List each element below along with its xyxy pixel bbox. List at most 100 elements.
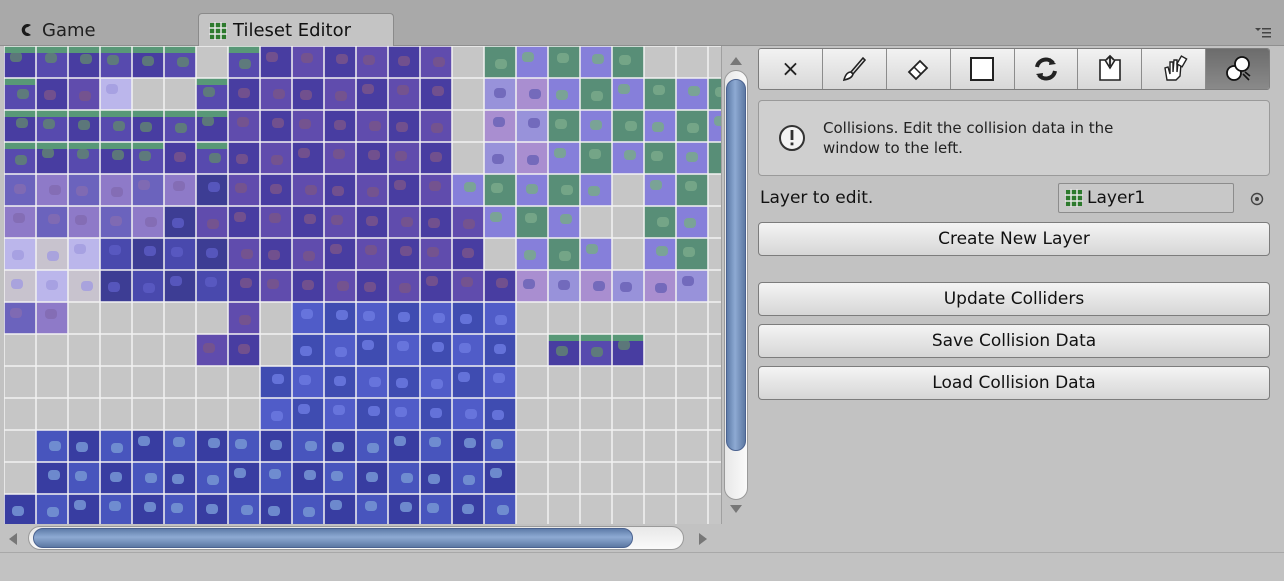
tile-cell[interactable] xyxy=(708,494,722,524)
tile-cell[interactable] xyxy=(516,430,548,462)
collision-tool-button[interactable] xyxy=(1206,49,1269,89)
tile-cell[interactable] xyxy=(676,334,708,366)
tile-cell[interactable] xyxy=(676,430,708,462)
tab-game[interactable]: Game xyxy=(10,14,190,46)
vertical-scroll-track[interactable] xyxy=(724,70,748,500)
tile-cell[interactable] xyxy=(260,334,292,366)
tileset-grid[interactable] xyxy=(4,46,722,524)
scroll-right-arrow-icon[interactable] xyxy=(696,531,710,547)
tile-cell[interactable] xyxy=(644,494,676,524)
tile-cell[interactable] xyxy=(260,302,292,334)
tile-cell[interactable] xyxy=(4,334,36,366)
tileset-canvas[interactable] xyxy=(4,46,722,524)
tile-cell[interactable] xyxy=(164,334,196,366)
tile-cell[interactable] xyxy=(484,238,516,270)
tile-cell[interactable] xyxy=(708,206,722,238)
clear-tool-button[interactable]: × xyxy=(759,49,823,89)
tile-cell[interactable] xyxy=(132,398,164,430)
tile-cell[interactable] xyxy=(676,398,708,430)
tile-cell[interactable] xyxy=(452,78,484,110)
tile-cell[interactable] xyxy=(708,302,722,334)
paint-tool-button[interactable] xyxy=(1142,49,1207,89)
tile-cell[interactable] xyxy=(164,78,196,110)
tile-cell[interactable] xyxy=(612,238,644,270)
tile-cell[interactable] xyxy=(612,206,644,238)
eraser-tool-button[interactable] xyxy=(887,49,951,89)
refresh-tool-button[interactable] xyxy=(1015,49,1079,89)
tile-cell[interactable] xyxy=(164,302,196,334)
tile-cell[interactable] xyxy=(676,462,708,494)
tile-cell[interactable] xyxy=(548,302,580,334)
tile-cell[interactable] xyxy=(516,462,548,494)
tab-tileset-editor[interactable]: Tileset Editor xyxy=(198,13,394,47)
horizontal-scroll-thumb[interactable] xyxy=(33,528,633,548)
tile-cell[interactable] xyxy=(612,398,644,430)
tile-cell[interactable] xyxy=(452,46,484,78)
tile-cell[interactable] xyxy=(708,430,722,462)
tile-cell[interactable] xyxy=(676,366,708,398)
tile-cell[interactable] xyxy=(164,398,196,430)
save-collision-data-button[interactable]: Save Collision Data xyxy=(758,324,1270,358)
tile-cell[interactable] xyxy=(580,206,612,238)
tile-cell[interactable] xyxy=(516,494,548,524)
tile-cell[interactable] xyxy=(4,366,36,398)
tile-cell[interactable] xyxy=(548,366,580,398)
tile-cell[interactable] xyxy=(36,366,68,398)
tile-cell[interactable] xyxy=(228,366,260,398)
tile-cell[interactable] xyxy=(132,366,164,398)
tile-cell[interactable] xyxy=(708,270,722,302)
tile-cell[interactable] xyxy=(612,462,644,494)
tile-cell[interactable] xyxy=(100,334,132,366)
tile-cell[interactable] xyxy=(4,430,36,462)
tile-cell[interactable] xyxy=(516,302,548,334)
tile-cell[interactable] xyxy=(196,46,228,78)
tile-cell[interactable] xyxy=(644,430,676,462)
tile-cell[interactable] xyxy=(612,366,644,398)
scroll-down-arrow-icon[interactable] xyxy=(728,502,744,516)
load-collision-data-button[interactable]: Load Collision Data xyxy=(758,366,1270,400)
tile-cell[interactable] xyxy=(644,462,676,494)
tile-cell[interactable] xyxy=(580,302,612,334)
tile-cell[interactable] xyxy=(548,398,580,430)
tile-cell[interactable] xyxy=(580,398,612,430)
tile-cell[interactable] xyxy=(196,398,228,430)
tile-cell[interactable] xyxy=(708,46,722,78)
tile-cell[interactable] xyxy=(708,462,722,494)
tile-cell[interactable] xyxy=(452,110,484,142)
tile-cell[interactable] xyxy=(4,398,36,430)
rectangle-tool-button[interactable] xyxy=(951,49,1015,89)
tile-cell[interactable] xyxy=(580,366,612,398)
tile-cell[interactable] xyxy=(580,430,612,462)
vertical-scrollbar[interactable] xyxy=(722,46,750,524)
update-colliders-button[interactable]: Update Colliders xyxy=(758,282,1270,316)
tile-cell[interactable] xyxy=(4,462,36,494)
tile-cell[interactable] xyxy=(68,398,100,430)
tile-cell[interactable] xyxy=(452,142,484,174)
tile-cell[interactable] xyxy=(708,174,722,206)
tile-cell[interactable] xyxy=(132,334,164,366)
tile-cell[interactable] xyxy=(548,462,580,494)
tile-cell[interactable] xyxy=(676,494,708,524)
object-picker-icon[interactable] xyxy=(1250,192,1264,206)
tile-cell[interactable] xyxy=(100,398,132,430)
tile-cell[interactable] xyxy=(644,366,676,398)
tile-cell[interactable] xyxy=(164,366,196,398)
horizontal-scrollbar[interactable] xyxy=(0,524,722,552)
flip-tool-button[interactable] xyxy=(1078,49,1143,89)
tile-cell[interactable] xyxy=(644,334,676,366)
scroll-up-arrow-icon[interactable] xyxy=(728,54,744,68)
tile-cell[interactable] xyxy=(516,334,548,366)
tile-cell[interactable] xyxy=(68,366,100,398)
panel-menu-icon[interactable] xyxy=(1254,26,1272,38)
tile-cell[interactable] xyxy=(516,366,548,398)
horizontal-scroll-track[interactable] xyxy=(28,526,684,550)
tile-cell[interactable] xyxy=(36,334,68,366)
layer-field[interactable]: Layer1 xyxy=(1058,183,1234,213)
tile-cell[interactable] xyxy=(548,430,580,462)
tile-cell[interactable] xyxy=(100,302,132,334)
tile-cell[interactable] xyxy=(708,238,722,270)
tile-cell[interactable] xyxy=(676,302,708,334)
tile-cell[interactable] xyxy=(644,398,676,430)
tile-cell[interactable] xyxy=(132,302,164,334)
tile-cell[interactable] xyxy=(644,46,676,78)
